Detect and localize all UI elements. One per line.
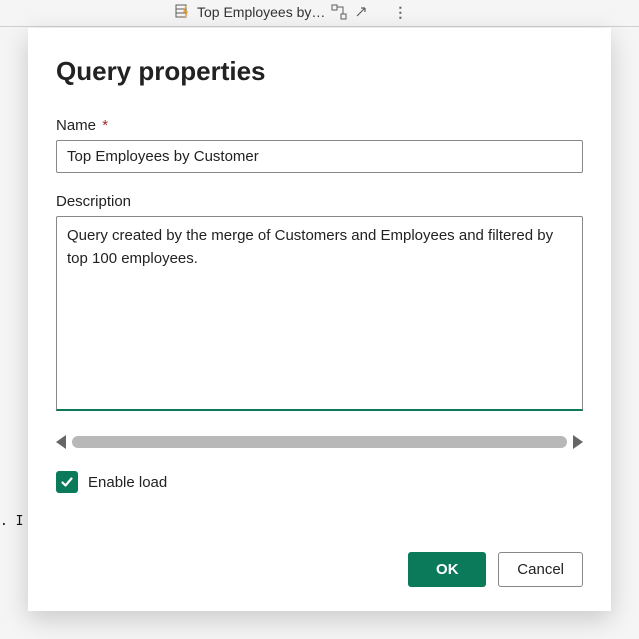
background-divider — [0, 26, 639, 27]
required-marker: * — [102, 117, 108, 134]
scroll-right-icon[interactable] — [573, 435, 583, 449]
dialog-button-row: OK Cancel — [56, 524, 583, 587]
ok-button[interactable]: OK — [408, 552, 486, 587]
enable-load-label: Enable load — [88, 474, 167, 491]
query-properties-dialog: Query properties Name * Description Enab… — [28, 28, 611, 611]
scroll-left-icon[interactable] — [56, 435, 66, 449]
background-code-fragment: . I — [0, 514, 23, 529]
description-textarea[interactable] — [56, 216, 583, 411]
description-label: Description — [56, 193, 583, 210]
dialog-title: Query properties — [56, 56, 583, 87]
enable-load-row: Enable load — [56, 471, 583, 493]
expand-arrow-icon — [353, 4, 369, 20]
scroll-track[interactable] — [72, 436, 567, 448]
name-input[interactable] — [56, 140, 583, 173]
cancel-button[interactable]: Cancel — [498, 552, 583, 587]
table-lightning-icon — [175, 4, 191, 20]
name-label: Name * — [56, 117, 583, 134]
horizontal-scrollbar[interactable] — [56, 433, 583, 451]
background-query-tab: Top Employees by… ⋮ — [175, 0, 408, 24]
diagram-icon — [331, 4, 347, 20]
enable-load-checkbox[interactable] — [56, 471, 78, 493]
background-tab-label: Top Employees by… — [197, 4, 325, 20]
name-label-text: Name — [56, 117, 96, 134]
more-options-icon: ⋮ — [393, 4, 408, 21]
